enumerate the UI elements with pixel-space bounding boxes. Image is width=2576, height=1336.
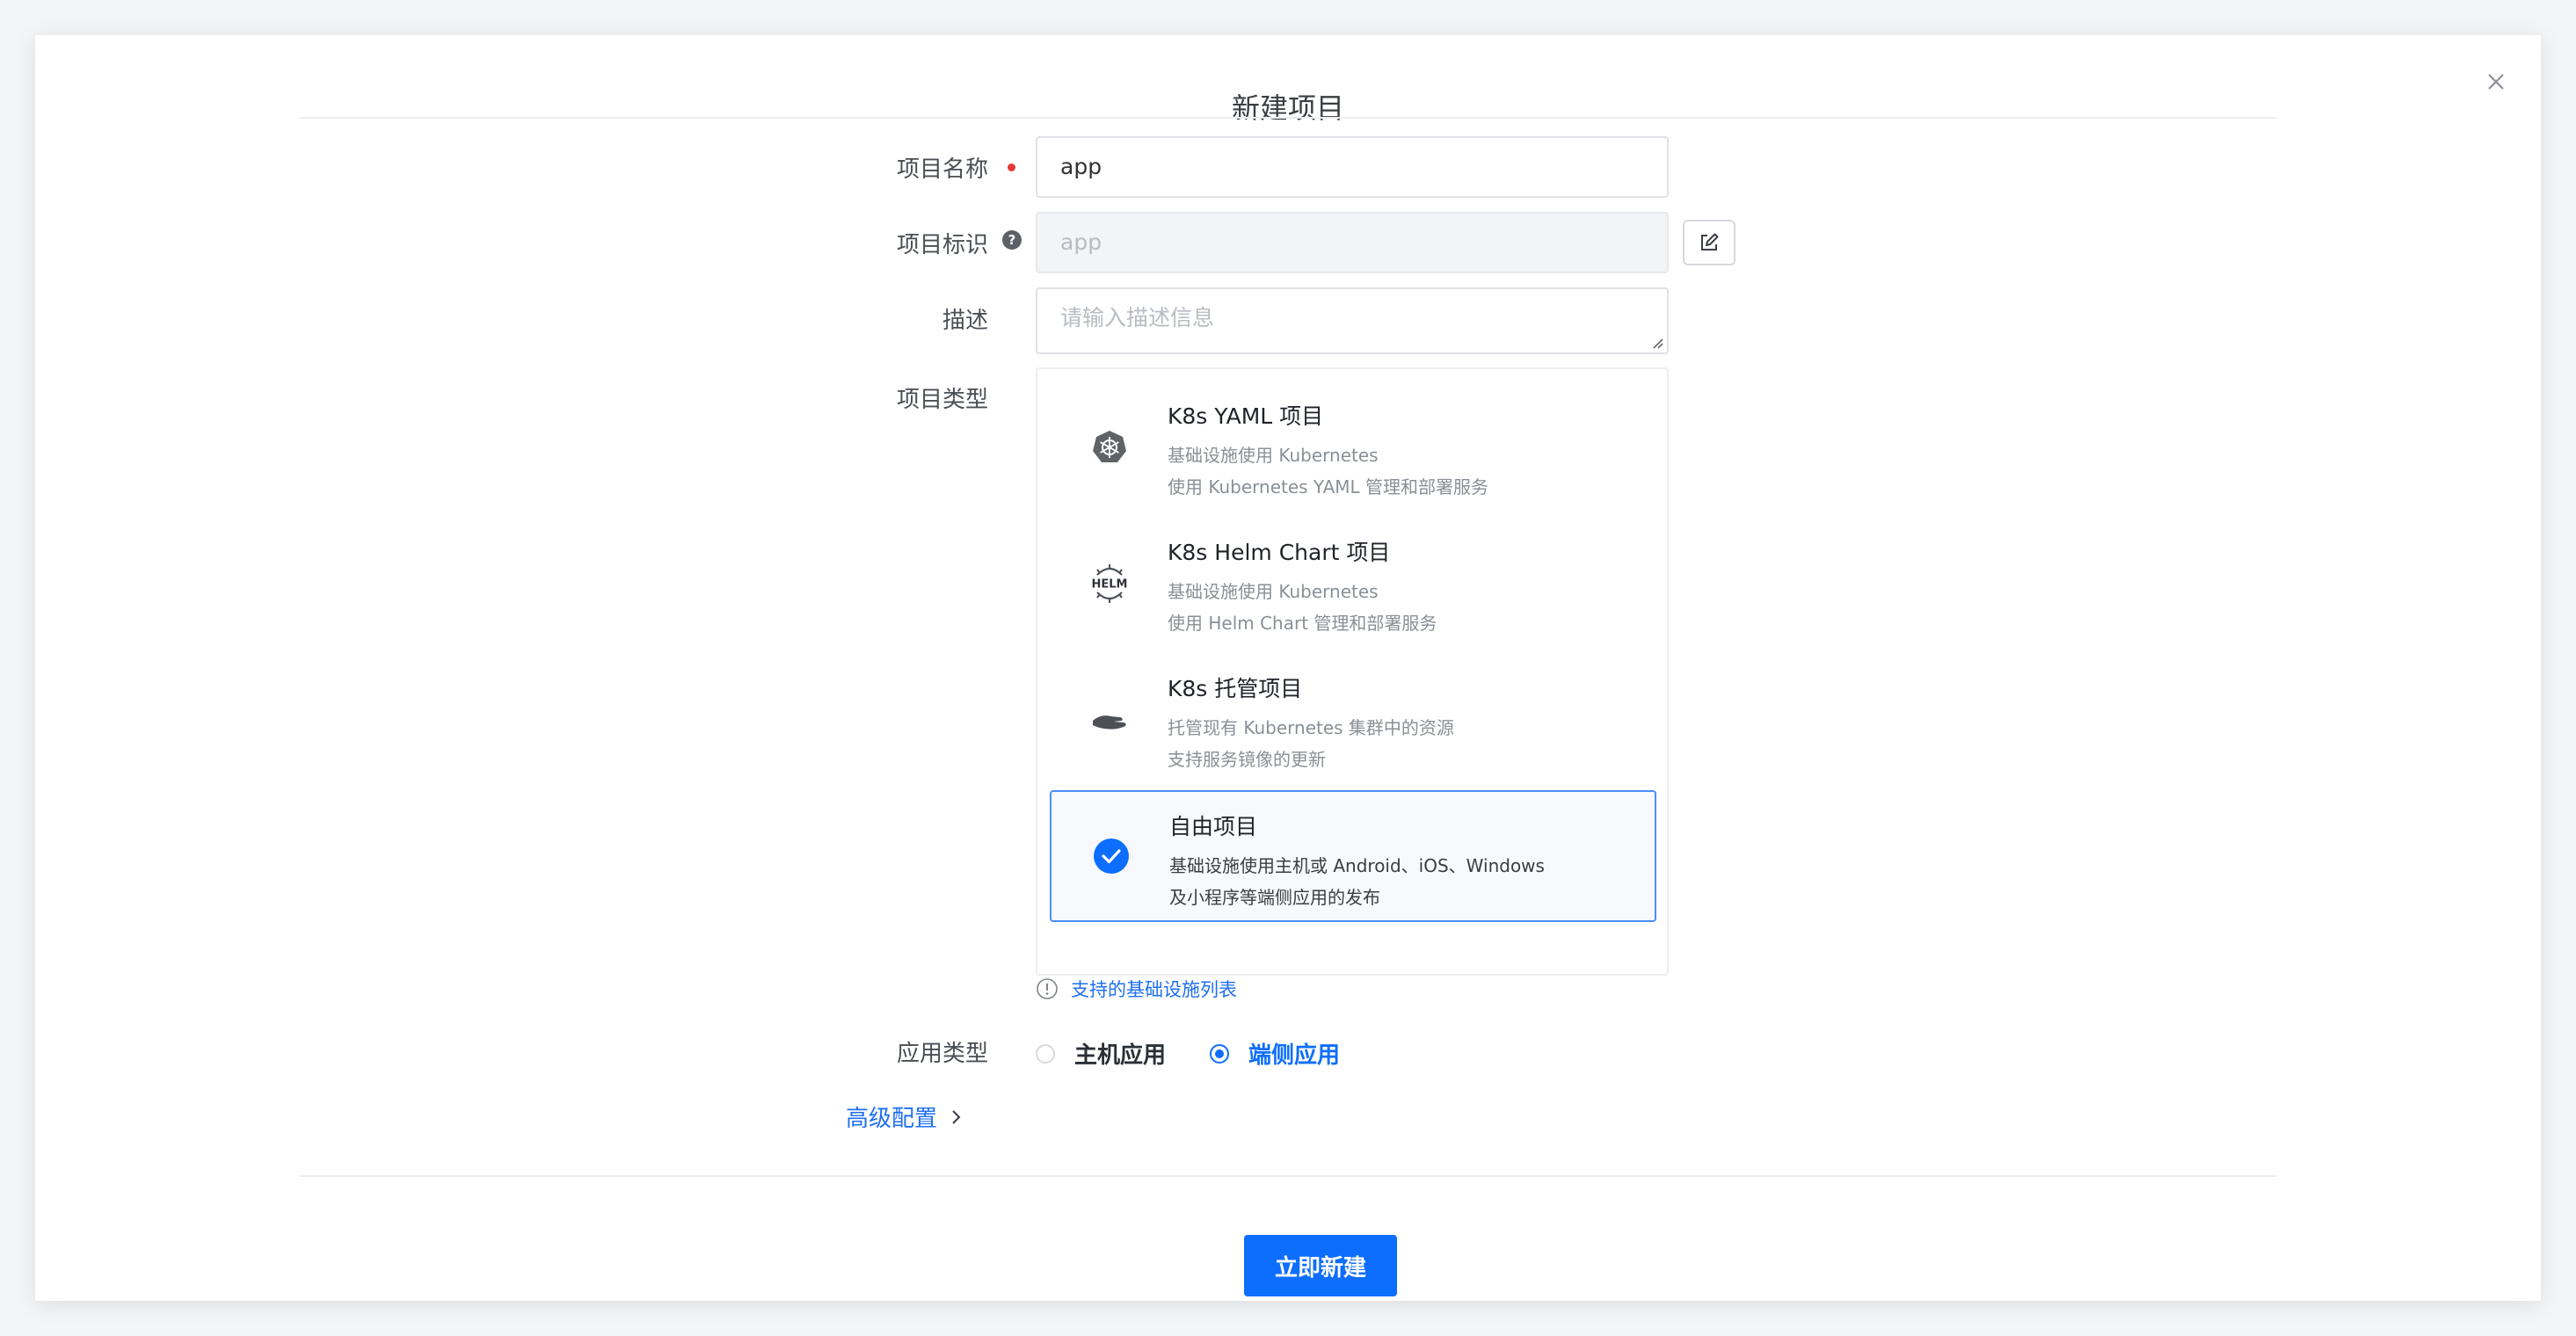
app-type-label: 应用类型 bbox=[896, 1041, 988, 1067]
type-desc-line1: 基础设施使用 Kubernetes bbox=[1168, 445, 1379, 466]
project-name-label: 项目名称 bbox=[896, 156, 988, 183]
advanced-config-label: 高级配置 bbox=[846, 1106, 938, 1132]
type-title: 自由项目 bbox=[1169, 814, 1258, 839]
new-project-dialog: 新建项目 项目名称 app 项目标识 ? app 描述 请输入描述信息 项目类型 bbox=[35, 35, 2541, 1301]
info-icon bbox=[1037, 978, 1058, 999]
type-title: K8s YAML 项目 bbox=[1168, 403, 1324, 429]
check-circle-icon bbox=[1090, 835, 1132, 877]
edit-icon bbox=[1701, 233, 1719, 250]
header-divider bbox=[299, 117, 2277, 119]
dialog-title: 新建项目 bbox=[1231, 91, 1344, 125]
project-name-input[interactable]: app bbox=[1036, 136, 1669, 198]
project-key-label: 项目标识 bbox=[896, 232, 988, 258]
infra-hint: 支持的基础设施列表 bbox=[1036, 974, 1237, 1004]
edit-key-button[interactable] bbox=[1683, 220, 1736, 265]
kubernetes-icon bbox=[1088, 426, 1131, 468]
radio-circle[interactable] bbox=[1036, 1043, 1055, 1064]
type-desc-line1: 基础设施使用 Kubernetes bbox=[1168, 581, 1379, 602]
help-icon[interactable]: ? bbox=[1001, 229, 1022, 250]
type-desc-line2: 及小程序等端侧应用的发布 bbox=[1169, 887, 1380, 908]
type-title: K8s Helm Chart 项目 bbox=[1168, 540, 1391, 565]
create-now-button[interactable]: 立即新建 bbox=[1244, 1235, 1397, 1296]
footer-divider bbox=[299, 1175, 2277, 1177]
radio-host-app[interactable]: 主机应用 bbox=[1036, 1037, 1166, 1070]
type-option-k8s-hosted[interactable]: K8s 托管项目 托管现有 Kubernetes 集群中的资源 支持服务镜像的更… bbox=[1050, 654, 1656, 786]
required-dot bbox=[1008, 163, 1015, 171]
project-type-list: K8s YAML 项目 基础设施使用 Kubernetes 使用 Kuberne… bbox=[1036, 367, 1669, 976]
description-placeholder: 请输入描述信息 bbox=[1060, 305, 1215, 330]
type-desc-line2: 使用 Helm Chart 管理和部署服务 bbox=[1168, 613, 1437, 634]
chevron-right-icon bbox=[952, 1109, 961, 1124]
close-icon bbox=[2488, 74, 2504, 90]
radio-label: 主机应用 bbox=[1074, 1042, 1167, 1069]
type-option-k8s-yaml[interactable]: K8s YAML 项目 基础设施使用 Kubernetes 使用 Kuberne… bbox=[1050, 381, 1656, 513]
supported-infra-link[interactable]: 支持的基础设施列表 bbox=[1071, 976, 1237, 1002]
close-button[interactable] bbox=[2474, 60, 2518, 104]
type-desc-line1: 托管现有 Kubernetes 集群中的资源 bbox=[1168, 717, 1454, 738]
project-key-input: app bbox=[1036, 212, 1669, 273]
resize-grip-icon[interactable] bbox=[1651, 337, 1663, 349]
type-option-free[interactable]: 自由项目 基础设施使用主机或 Android、iOS、Windows 及小程序等… bbox=[1050, 790, 1656, 922]
advanced-config-toggle[interactable]: 高级配置 bbox=[846, 1100, 967, 1133]
description-label: 描述 bbox=[942, 308, 988, 334]
type-desc-line2: 支持服务镜像的更新 bbox=[1168, 749, 1326, 770]
type-desc-line1: 基础设施使用主机或 Android、iOS、Windows bbox=[1169, 855, 1545, 876]
radio-circle[interactable] bbox=[1210, 1043, 1229, 1064]
radio-label: 端侧应用 bbox=[1248, 1042, 1341, 1069]
project-type-label: 项目类型 bbox=[896, 387, 988, 413]
helm-icon: HELM bbox=[1088, 563, 1131, 605]
description-textarea[interactable]: 请输入描述信息 bbox=[1036, 287, 1669, 354]
type-title: K8s 托管项目 bbox=[1168, 676, 1303, 701]
svg-text:HELM: HELM bbox=[1092, 578, 1128, 592]
svg-text:?: ? bbox=[1008, 232, 1016, 248]
hand-icon bbox=[1088, 699, 1131, 741]
radio-edge-app[interactable]: 端侧应用 bbox=[1210, 1037, 1340, 1070]
type-desc-line2: 使用 Kubernetes YAML 管理和部署服务 bbox=[1168, 476, 1489, 497]
type-option-k8s-helm[interactable]: HELM K8s Helm Chart 项目 基础设施使用 Kubernetes… bbox=[1050, 518, 1656, 650]
